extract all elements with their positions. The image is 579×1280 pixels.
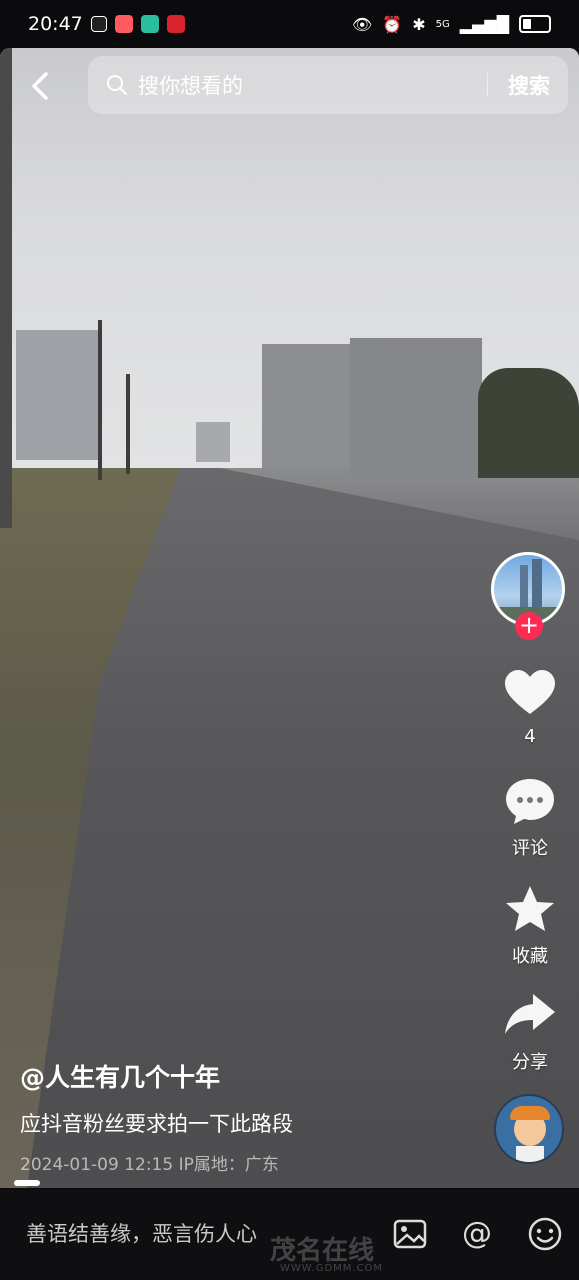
- back-icon[interactable]: [22, 66, 62, 106]
- building-right-2: [350, 338, 482, 478]
- building-right-1: [262, 344, 352, 468]
- star-icon: [506, 886, 554, 931]
- mention-icon[interactable]: @: [459, 1216, 495, 1252]
- svg-text:@: @: [462, 1216, 492, 1251]
- cartoon-hair: [510, 1106, 550, 1120]
- likes-count: 4: [524, 726, 536, 747]
- post-description: 应抖音粉丝要求拍一下此路段: [20, 1112, 293, 1136]
- favorite-label: 收藏: [512, 946, 548, 967]
- post-caption: @人生有几个十年 应抖音粉丝要求拍一下此路段 2024-01-09 12:15 …: [20, 1058, 480, 1175]
- share-label: 分享: [512, 1052, 548, 1073]
- status-time: 20:47: [28, 13, 83, 35]
- watermark-url: WWW.GDMM.COM: [280, 1263, 384, 1274]
- comment-button[interactable]: 评论: [490, 776, 570, 860]
- watermark-text: 茂名在线: [270, 1236, 375, 1266]
- top-bar: 搜你想看的 搜索: [0, 56, 579, 116]
- status-bar: 20:47 👁 ⏰ ✱ 5G ▂▄▆█: [0, 0, 579, 48]
- building-left: [16, 330, 100, 460]
- share-button[interactable]: 分享: [490, 990, 570, 1074]
- utility-pole: [98, 320, 102, 480]
- red-app-icon: [114, 15, 133, 33]
- like-button[interactable]: 4: [490, 668, 570, 747]
- search-button[interactable]: 搜索: [508, 70, 550, 100]
- heart-icon: [505, 670, 555, 714]
- bottom-comment-bar: 善语结善缘，恶言伤人心 @ 茂名在线 WWW.GDMM.COM: [0, 1190, 579, 1280]
- trees-right: [478, 368, 579, 478]
- building-far: [196, 422, 230, 462]
- search-icon: [107, 75, 127, 95]
- utility-pole: [126, 374, 130, 474]
- emoji-icon[interactable]: [527, 1216, 563, 1252]
- author-name[interactable]: @人生有几个十年: [20, 1058, 480, 1094]
- site-watermark: 茂名在线 WWW.GDMM.COM: [200, 1230, 400, 1280]
- favorite-button[interactable]: 收藏: [490, 884, 570, 968]
- search-divider: [487, 73, 488, 97]
- avatar-building: [520, 565, 528, 611]
- alarm-icon: ⏰: [382, 14, 403, 34]
- boss-app-icon: [140, 15, 159, 33]
- share-arrow-icon: [505, 994, 555, 1034]
- pattern-app-icon: [166, 15, 185, 33]
- cartoon-shirt: [516, 1146, 544, 1162]
- search-placeholder: 搜你想看的: [138, 74, 243, 98]
- battery-icon: [519, 15, 551, 33]
- utility-pole: [0, 48, 12, 528]
- follow-button[interactable]: +: [515, 612, 543, 640]
- music-disc-icon[interactable]: [494, 1094, 564, 1164]
- comment-icon: [506, 779, 554, 824]
- signal-icon: ▂▄▆█: [459, 14, 509, 34]
- post-meta: 2024-01-09 12:15 IP属地：广东: [20, 1155, 279, 1175]
- video-progress[interactable]: [14, 1180, 40, 1186]
- network-label: 5G: [435, 18, 450, 30]
- bluetooth-icon: ✱: [412, 14, 426, 34]
- eye-icon: 👁: [352, 14, 373, 34]
- search-input[interactable]: 搜你想看的 搜索: [88, 56, 568, 114]
- comment-label: 评论: [512, 838, 548, 859]
- douyin-icon: [90, 16, 107, 32]
- avatar-building: [532, 559, 542, 611]
